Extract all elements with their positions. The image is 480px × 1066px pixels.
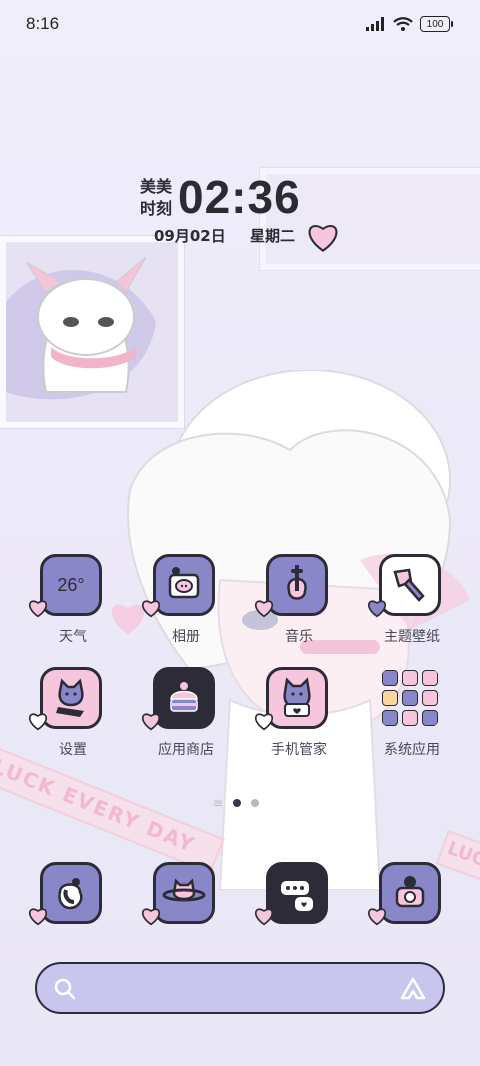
status-time: 8:16	[26, 14, 60, 33]
clock-widget-name: 美美 时刻	[140, 177, 173, 218]
heart-badge-icon	[142, 908, 160, 926]
app-label: 设置	[59, 742, 87, 758]
messages-icon	[266, 862, 328, 924]
page-list-icon: ≡	[213, 796, 224, 810]
dock-phone[interactable]	[28, 862, 118, 932]
app-phone-manager[interactable]: 手机管家	[254, 667, 344, 777]
weather-icon: 26°	[40, 554, 102, 616]
heart-badge-icon	[29, 908, 47, 926]
app-theme[interactable]: 主题壁纸	[367, 554, 457, 664]
battery-icon: 100	[420, 16, 453, 32]
heart-badge-icon	[142, 713, 160, 731]
mini-app-icon	[402, 670, 418, 686]
mini-app-icon	[382, 670, 398, 686]
heart-badge-icon	[142, 600, 160, 618]
dock-browser[interactable]	[141, 862, 231, 932]
assistant-icon[interactable]	[399, 976, 427, 1002]
mini-app-icon	[402, 710, 418, 726]
clock-weekday: 星期二	[250, 227, 296, 245]
app-label: 天气	[59, 629, 87, 645]
app-store-cake-icon	[153, 667, 215, 729]
heart-badge-icon	[368, 600, 386, 618]
phone-icon	[40, 862, 102, 924]
app-weather[interactable]: 26° 天气	[28, 554, 118, 664]
app-label: 相册	[172, 629, 200, 645]
signal-icon	[366, 17, 384, 31]
search-icon	[54, 978, 76, 1000]
clock-date: 09月02日	[154, 227, 226, 245]
page-dot-active[interactable]	[233, 799, 242, 807]
app-store[interactable]: 应用商店	[141, 667, 231, 777]
dock-camera[interactable]	[367, 862, 457, 932]
mini-app-icon	[382, 690, 398, 706]
status-icons: 100	[366, 16, 453, 32]
app-label: 应用商店	[158, 742, 214, 758]
app-label: 手机管家	[271, 742, 327, 758]
search-bar[interactable]	[35, 962, 445, 1014]
app-settings[interactable]: 设置	[28, 667, 118, 777]
mini-app-icon	[422, 690, 438, 706]
app-gallery[interactable]: 相册	[141, 554, 231, 664]
camera-icon	[379, 862, 441, 924]
heart-badge-icon	[255, 713, 273, 731]
heart-badge-icon	[29, 600, 47, 618]
status-bar: 8:16 100	[0, 0, 480, 50]
page-dot[interactable]	[251, 799, 260, 807]
app-system-folder[interactable]: 系统应用	[367, 667, 457, 777]
heart-badge-icon	[255, 600, 273, 618]
theme-brush-icon	[379, 554, 441, 616]
heart-badge-icon	[368, 908, 386, 926]
app-label: 音乐	[285, 629, 313, 645]
clock-widget[interactable]: 美美 时刻 02:36 09月02日 星期二	[140, 170, 340, 260]
dock-messages[interactable]	[254, 862, 344, 932]
phone-manager-icon	[266, 667, 328, 729]
mini-app-icon	[402, 690, 418, 706]
weather-temperature: 26°	[57, 574, 85, 595]
app-music[interactable]: 音乐	[254, 554, 344, 664]
mini-app-icon	[422, 670, 438, 686]
browser-icon	[153, 862, 215, 924]
system-apps-folder-icon	[379, 667, 441, 729]
mini-app-icon	[422, 710, 438, 726]
gallery-icon	[153, 554, 215, 616]
app-label: 系统应用	[384, 742, 440, 758]
app-label: 主题壁纸	[384, 629, 440, 645]
page-indicator[interactable]: ≡	[213, 796, 260, 810]
wifi-icon	[393, 16, 413, 31]
mini-app-icon	[382, 710, 398, 726]
clock-time: 02:36	[178, 171, 301, 223]
heart-badge-icon	[29, 713, 47, 731]
heart-badge-icon	[255, 908, 273, 926]
music-icon	[266, 554, 328, 616]
settings-cat-icon	[40, 667, 102, 729]
